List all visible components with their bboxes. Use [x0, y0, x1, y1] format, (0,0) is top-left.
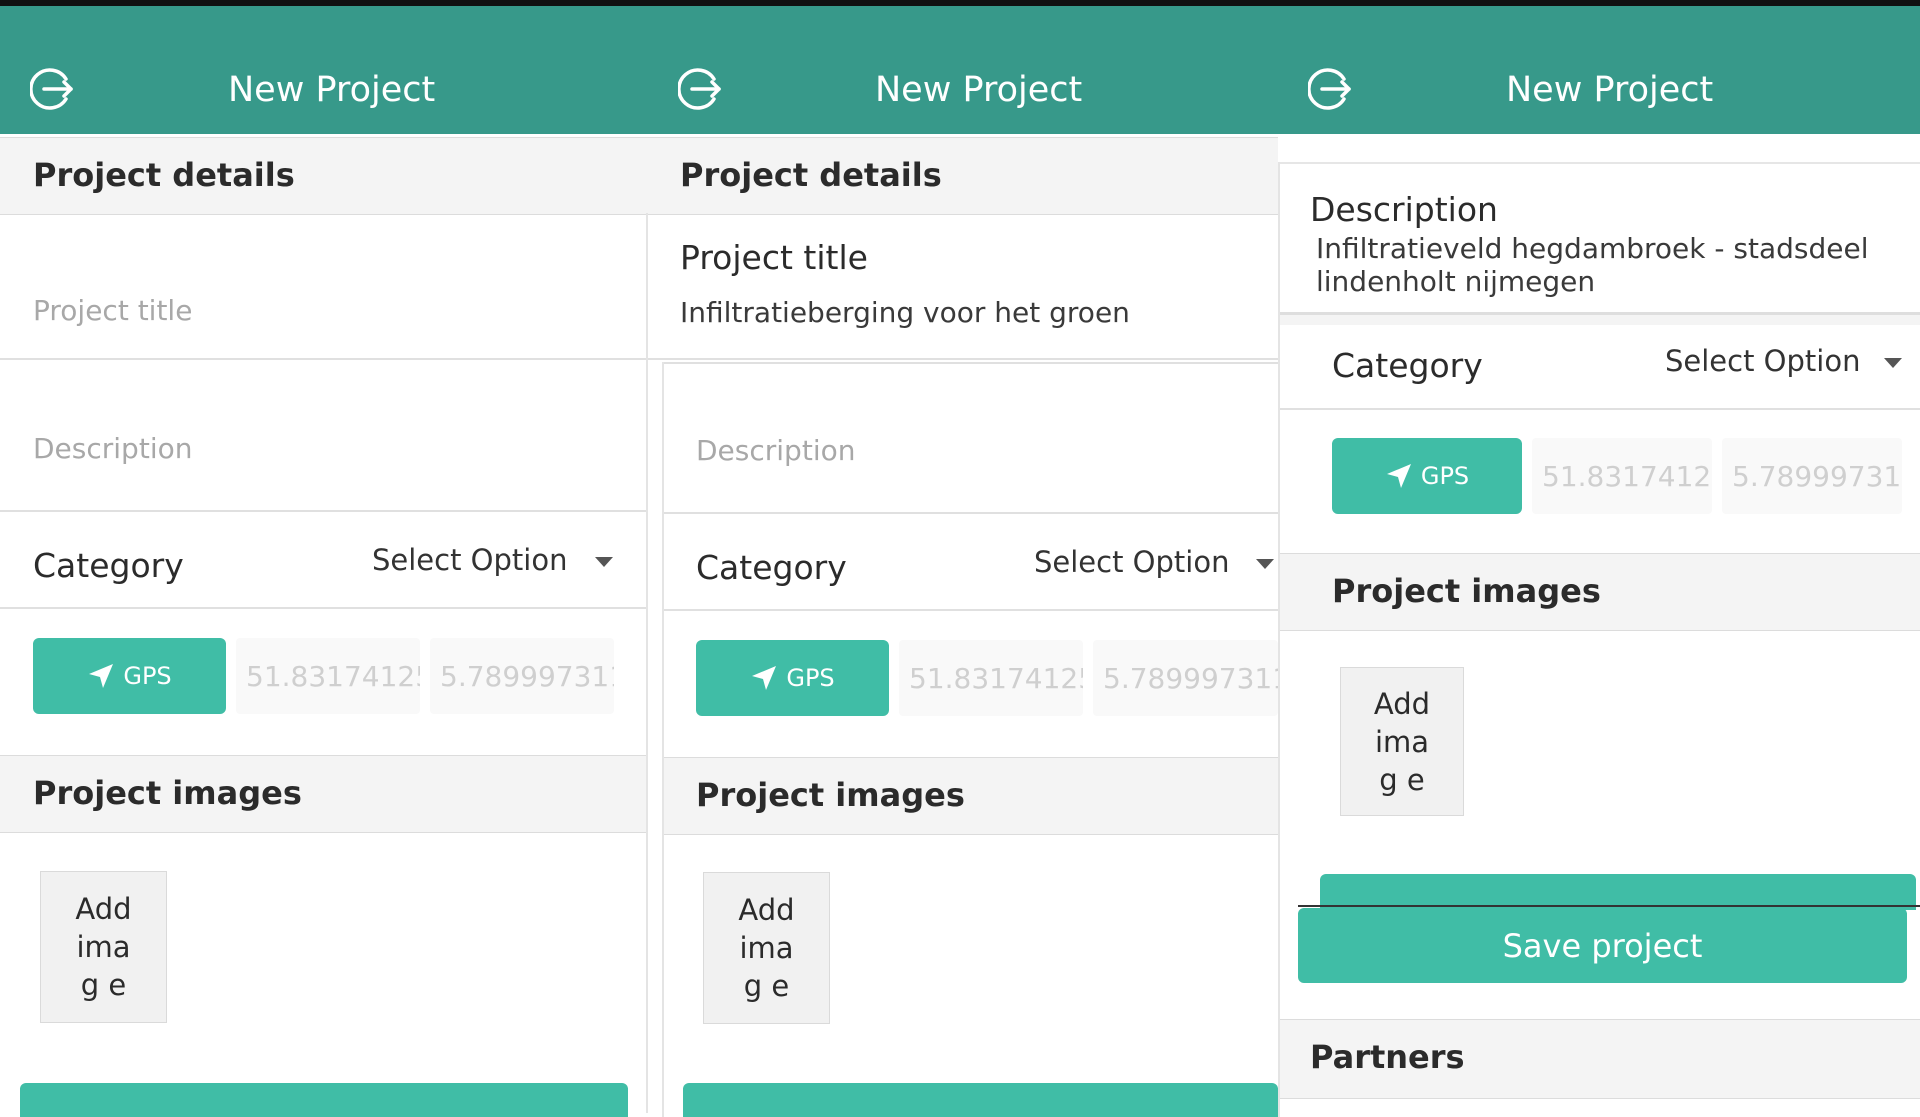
description-input[interactable]: Infiltratieveld hegdambroek - stadsdeel …	[1316, 232, 1876, 298]
gps-button[interactable]: GPS	[696, 640, 889, 716]
logout-icon[interactable]	[30, 66, 76, 112]
divider	[0, 607, 648, 609]
screen-description-filled: New Project Description Infiltratieveld …	[1278, 6, 1920, 1117]
category-label: Category	[696, 548, 847, 587]
category-select[interactable]: Select Option	[1034, 545, 1229, 579]
save-project-button[interactable]	[683, 1083, 1278, 1117]
divider	[663, 512, 1278, 514]
scrolled-top-edge	[1278, 134, 1920, 164]
screen-empty-form: New Project Project details Project titl…	[0, 6, 648, 1117]
section-project-details: Project details	[0, 137, 648, 215]
latitude-value: 51.83174125	[1542, 459, 1712, 493]
divider	[1278, 408, 1920, 410]
category-select[interactable]: Select Option	[1665, 344, 1860, 378]
section-title: Project images	[33, 774, 302, 812]
add-image-label: Add imag e	[75, 892, 132, 1002]
panel-border	[1278, 162, 1280, 1117]
panel-border	[662, 362, 664, 1117]
add-image-label: Add imag e	[1373, 686, 1431, 797]
page-title: New Project	[228, 70, 436, 110]
app-header: New Project	[1278, 6, 1920, 134]
divider	[663, 609, 1278, 611]
chevron-down-icon[interactable]	[1256, 559, 1274, 569]
longitude-value: 5.789997311	[440, 659, 614, 693]
project-title-input[interactable]: Project title	[33, 294, 192, 327]
longitude-value: 5.789997311	[1732, 459, 1902, 493]
project-title-label: Project title	[680, 238, 868, 277]
divider	[663, 362, 1278, 364]
section-project-images: Project images	[1278, 553, 1920, 631]
project-title-input[interactable]: Infiltratieberging voor het groen	[680, 296, 1130, 329]
description-label: Description	[1310, 190, 1498, 229]
section-project-details: Project details	[648, 137, 1278, 215]
latitude-value: 51.83174125	[909, 661, 1083, 695]
longitude-field[interactable]: 5.789997311	[430, 638, 614, 714]
longitude-value: 5.789997311	[1103, 661, 1278, 695]
add-image-button[interactable]: Add imag e	[1340, 667, 1464, 816]
category-label: Category	[1332, 346, 1483, 385]
divider	[1298, 905, 1920, 907]
latitude-field[interactable]: 51.83174125	[899, 640, 1083, 716]
section-title: Project images	[1332, 572, 1601, 610]
chevron-down-icon[interactable]	[1884, 358, 1902, 368]
location-arrow-icon	[1386, 464, 1411, 488]
section-project-images: Project images	[0, 755, 648, 833]
category-label: Category	[33, 546, 184, 585]
spacer	[1278, 315, 1920, 325]
section-partners: Partners	[1278, 1019, 1920, 1099]
logout-icon[interactable]	[1308, 66, 1354, 112]
description-input[interactable]: Description	[33, 432, 192, 465]
add-image-label: Add imag e	[738, 893, 795, 1003]
app-header: New Project	[648, 6, 1278, 134]
latitude-field[interactable]: 51.83174125	[1532, 438, 1712, 514]
description-input[interactable]: Description	[696, 434, 855, 467]
page-title: New Project	[1506, 70, 1714, 110]
gps-label: GPS	[123, 662, 172, 690]
section-title: Project details	[680, 156, 942, 194]
gps-button[interactable]: GPS	[1332, 438, 1522, 514]
gps-button[interactable]: GPS	[33, 638, 226, 714]
save-project-button[interactable]: Save project	[1298, 908, 1907, 983]
latitude-field[interactable]: 51.83174125	[236, 638, 420, 714]
screen-title-filled: New Project Project details Project titl…	[648, 6, 1278, 1117]
longitude-field[interactable]: 5.789997311	[1093, 640, 1278, 716]
gps-label: GPS	[786, 664, 835, 692]
category-select[interactable]: Select Option	[372, 543, 567, 577]
logout-icon[interactable]	[678, 66, 724, 112]
section-project-images: Project images	[663, 757, 1278, 835]
app-header: New Project	[0, 6, 648, 134]
latitude-value: 51.83174125	[246, 659, 420, 693]
add-image-button[interactable]: Add imag e	[40, 871, 167, 1023]
section-title: Partners	[1310, 1038, 1465, 1076]
add-image-button[interactable]: Add imag e	[703, 872, 830, 1024]
location-arrow-icon	[89, 664, 114, 688]
divider	[0, 358, 648, 360]
gps-label: GPS	[1420, 462, 1470, 490]
section-title: Project images	[696, 776, 965, 814]
location-arrow-icon	[752, 666, 777, 690]
longitude-field[interactable]: 5.789997311	[1722, 438, 1902, 514]
section-title: Project details	[33, 156, 295, 194]
divider	[648, 358, 1278, 360]
page-title: New Project	[875, 70, 1083, 110]
chevron-down-icon[interactable]	[595, 557, 613, 567]
save-project-button[interactable]	[20, 1083, 628, 1117]
save-project-label: Save project	[1502, 926, 1703, 965]
divider	[0, 510, 648, 512]
